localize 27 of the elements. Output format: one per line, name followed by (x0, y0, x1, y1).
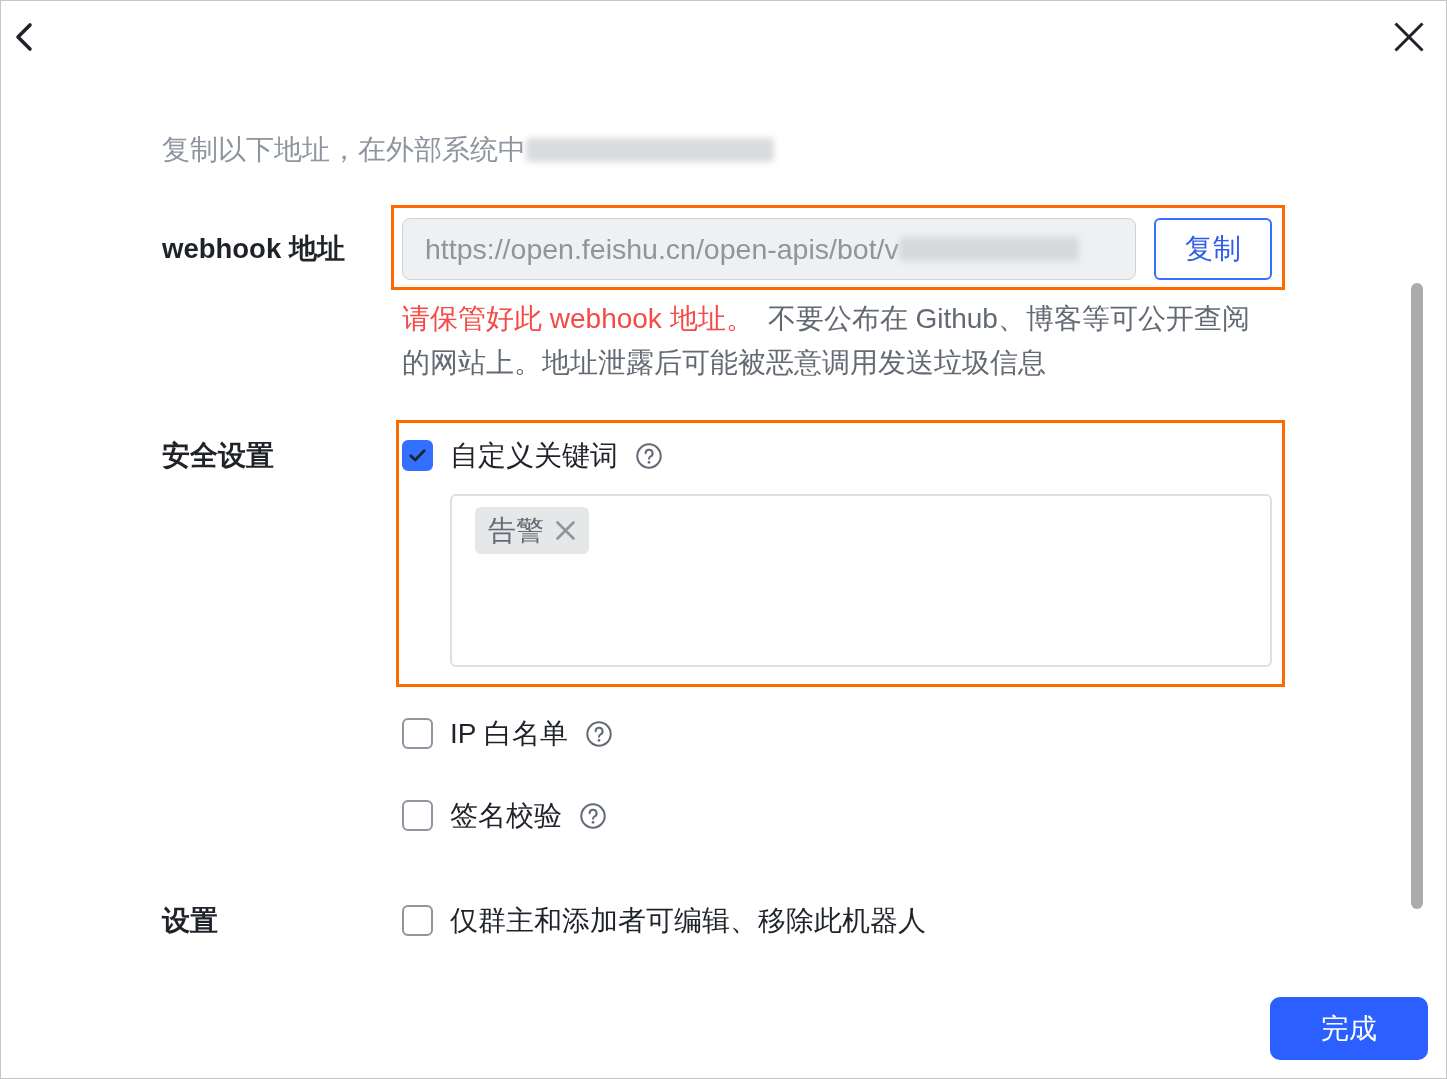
back-button[interactable] (14, 22, 34, 52)
section-label: 安全设置 (162, 439, 275, 473)
intro-text: 复制以下地址，在外部系统中 (162, 133, 526, 167)
back-chevron-icon (14, 22, 34, 52)
scrollbar-thumb[interactable] (1411, 283, 1423, 909)
section-label: 设置 (162, 904, 219, 938)
close-icon (1394, 22, 1424, 52)
help-icon[interactable] (585, 720, 612, 747)
option-label: 签名校验 (450, 800, 562, 831)
warning-text: 请保管好此 webhook 地址。 不要公布在 Github、博客等可公开查阅的网站上。地址泄露后可能被恶意调用发送垃圾信息 (402, 302, 1251, 380)
help-icon[interactable] (636, 442, 662, 469)
keyword-input-field[interactable]: 告警 (450, 494, 1272, 667)
close-button[interactable] (1394, 22, 1424, 52)
option-label: 自定义关键词 (450, 440, 618, 471)
help-icon[interactable] (580, 802, 606, 829)
checkbox[interactable] (402, 718, 433, 749)
done-button[interactable]: 完成 (1270, 997, 1428, 1060)
checkbox[interactable] (402, 800, 433, 831)
checkbox[interactable] (402, 440, 433, 471)
url-field[interactable]: https://open.feishu.cn/open-apis/bot/v (402, 218, 1136, 280)
checkbox[interactable] (402, 905, 433, 936)
field-label: webhook 地址 (162, 232, 346, 266)
copy-button[interactable]: 复制 (1154, 218, 1272, 280)
option-label: IP 白名单 (450, 718, 568, 749)
option-label: 仅群主和添加者可编辑、移除此机器人 (450, 905, 926, 936)
check-icon (409, 449, 426, 462)
keyword-text: 告警 (488, 516, 544, 545)
